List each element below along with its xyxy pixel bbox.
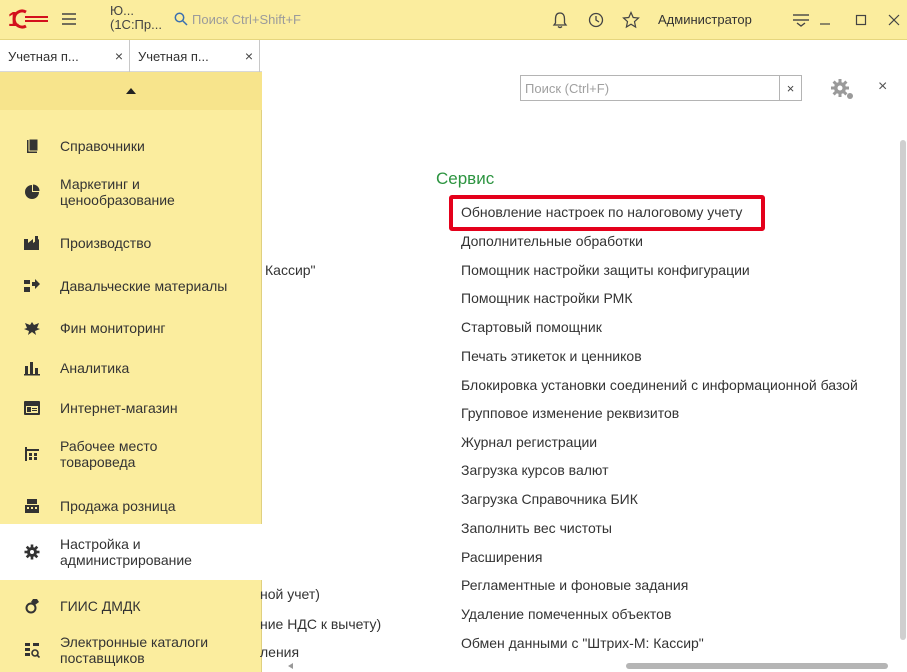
tab-close-button[interactable]: × [115,48,123,64]
sidebar-item-label: Электронные каталоги поставщиков [60,634,209,666]
panel-search-field[interactable]: × [520,75,802,101]
sidebar-item-production[interactable]: Производство [0,227,262,259]
triangle-up-icon [126,88,136,94]
sidebar-item-label: Справочники [60,138,145,154]
section-panel: × × Сервис Обновление настроек по налого… [260,40,907,672]
sidebar-item-label: Аналитика [60,360,130,376]
menu-item-delete-marked[interactable]: Удаление помеченных объектов [461,606,671,622]
tab-label: Учетная п... [8,48,79,64]
1c-logo[interactable]: 1 [8,8,54,30]
app-title: Ю... (1С:Пр... [110,4,162,32]
tab-accounting-1[interactable]: Учетная п... × [0,40,130,72]
horizontal-scrollbar-thumb[interactable] [626,663,888,669]
tab-close-button[interactable]: × [245,48,253,64]
materials-icon [22,276,42,296]
panel-search-input[interactable] [521,77,761,99]
window-close-button[interactable] [881,8,907,32]
sidebar-item-label: Фин мониторинг [60,320,166,336]
history-icon[interactable] [585,9,607,31]
factory-icon [22,233,42,253]
sidebar-item-merchandiser-workplace[interactable]: Рабочее место товароведа [0,434,262,474]
menu-item-extensions[interactable]: Расширения [461,549,542,565]
left-column-fragment[interactable]: ние НДС к вычету) [260,616,381,632]
title-bar: 1 Ю... (1С:Пр... Поиск Ctrl+Shift+F Адми… [0,0,907,40]
app-title-line2: (1С:Пр... [110,17,162,32]
open-tabs: Учетная п... × Учетная п... × [0,40,262,72]
vertical-scrollbar-thumb[interactable] [900,140,906,640]
scroll-left-icon[interactable] [288,663,294,669]
folder-icon [22,136,42,156]
menu-item-group-edit[interactable]: Групповое изменение реквизитов [461,405,679,421]
sidebar-item-tolling-materials[interactable]: Давальческие материалы [0,270,262,302]
menu-icon[interactable] [60,10,78,28]
vertical-scrollbar[interactable] [899,140,907,660]
menu-item-load-currency-rates[interactable]: Загрузка курсов валют [461,462,609,478]
sidebar-item-label: ГИИС ДМДК [60,598,141,614]
pie-chart-icon [22,182,42,202]
user-name[interactable]: Администратор [658,12,752,27]
ring-icon [22,596,42,616]
settings-gear-icon[interactable] [830,78,856,102]
star-icon[interactable] [620,9,642,31]
sidebar-item-online-shop[interactable]: Интернет-магазин [0,392,262,424]
menu-item-block-connections[interactable]: Блокировка установки соединений с информ… [461,377,858,393]
global-search-placeholder: Поиск Ctrl+Shift+F [192,11,301,27]
section-title-service: Сервис [436,169,495,188]
app-title-line1: Ю... [110,3,134,18]
sidebar-item-administration[interactable]: Настройка и администрирование [0,524,262,580]
menu-item-shtrih-m-exchange[interactable]: Обмен данными с "Штрих-М: Кассир" [461,635,704,651]
sidebar-item-supplier-catalogs[interactable]: Электронные каталоги поставщиков [0,630,262,670]
sidebar-item-label: Маркетинг и ценообразование [60,176,175,208]
left-column-fragment[interactable]: ной учет) [260,586,320,602]
menu-item-additional-processing[interactable]: Дополнительные обработки [461,233,643,249]
left-column-fragment[interactable]: ления [260,644,299,660]
tab-accounting-2[interactable]: Учетная п... × [130,40,260,72]
register-icon [22,496,42,516]
sidebar-item-marketing[interactable]: Маркетинг и ценообразование [0,172,262,212]
sidebar-item-label: Давальческие материалы [60,278,228,294]
tab-label: Учетная п... [138,48,209,64]
maximize-button[interactable] [848,8,874,32]
sections-sidebar: Справочники Маркетинг и ценообразование … [0,72,262,672]
sidebar-item-retail-sales[interactable]: Продажа розница [0,490,262,522]
highlight-box [449,195,765,231]
menu-item-print-labels[interactable]: Печать этикеток и ценников [461,348,642,364]
sidebar-item-fin-monitoring[interactable]: Фин мониторинг [0,312,262,344]
menu-item-scheduled-jobs[interactable]: Регламентные и фоновые задания [461,577,688,593]
shop-icon [22,398,42,418]
sidebar-item-references[interactable]: Справочники [0,130,262,162]
workplace-icon [22,444,42,464]
sidebar-item-analytics[interactable]: Аналитика [0,352,262,384]
menu-item-event-log[interactable]: Журнал регистрации [461,434,597,450]
menu-item-startup-assistant[interactable]: Стартовый помощник [461,319,602,335]
minimize-button[interactable] [812,8,838,32]
gear-icon [22,542,42,562]
catalog-icon [22,640,42,660]
sidebar-item-label: Интернет-магазин [60,400,178,416]
menu-item-load-bik[interactable]: Загрузка Справочника БИК [461,491,638,507]
search-icon [174,12,188,26]
horizontal-scrollbar[interactable] [262,660,907,672]
bar-chart-icon [22,358,42,378]
clear-search-button[interactable]: × [779,76,801,100]
panel-close-button[interactable]: × [878,78,887,96]
sidebar-item-label: Продажа розница [60,498,176,514]
sidebar-item-label: Производство [60,235,152,251]
menu-item-rmk-assistant[interactable]: Помощник настройки РМК [461,290,633,306]
sidebar-item-label: Рабочее место товароведа [60,438,158,470]
eagle-icon [22,318,42,338]
sidebar-scroll-up-button[interactable] [0,72,262,110]
sidebar-item-giis-dmdk[interactable]: ГИИС ДМДК [0,590,262,622]
bell-icon[interactable] [549,9,571,31]
menu-item-fill-purity-weight[interactable]: Заполнить вес чистоты [461,520,612,536]
menu-item-config-protection-assistant[interactable]: Помощник настройки защиты конфигурации [461,262,750,278]
global-search[interactable]: Поиск Ctrl+Shift+F [174,7,414,31]
settings-menu-icon[interactable] [790,9,812,31]
left-column-fragment[interactable]: Кассир" [265,262,316,278]
sidebar-item-label: Настройка и администрирование [60,536,192,568]
